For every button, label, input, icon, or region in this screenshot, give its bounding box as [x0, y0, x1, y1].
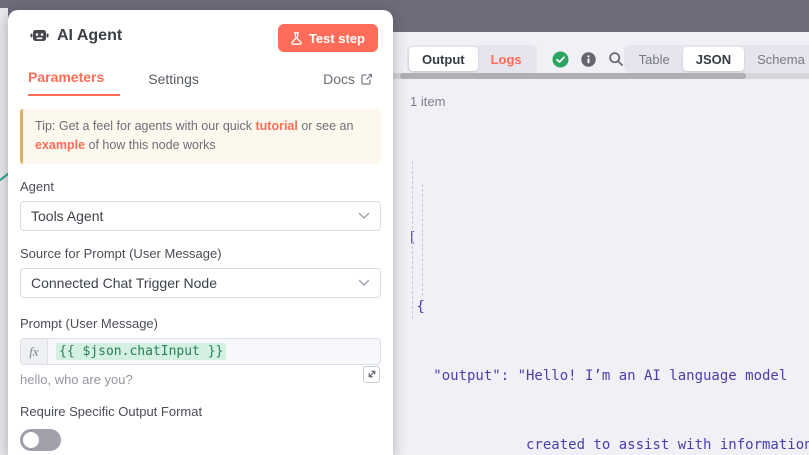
require-output-format-field: Require Specific Output Format — [20, 404, 381, 451]
tab-table[interactable]: Table — [626, 47, 683, 71]
horizontal-scrollbar-track — [393, 73, 809, 79]
agent-label: Agent — [20, 179, 381, 194]
external-link-icon — [361, 73, 373, 85]
tab-parameters[interactable]: Parameters — [28, 69, 120, 96]
chevron-down-icon — [358, 279, 370, 287]
tip-callout: Tip: Get a feel for agents with our quic… — [20, 109, 381, 164]
run-tab-group: Output Logs — [407, 45, 537, 73]
prompt-source-value: Connected Chat Trigger Node — [31, 275, 217, 291]
docs-label: Docs — [323, 71, 355, 87]
prompt-label: Prompt (User Message) — [20, 316, 381, 331]
canvas-edge — [0, 8, 8, 455]
docs-link[interactable]: Docs — [323, 71, 373, 96]
toggle-knob — [23, 432, 39, 448]
robot-icon — [30, 27, 49, 44]
prompt-source-field: Source for Prompt (User Message) Connect… — [20, 246, 381, 298]
tip-text: or see an — [298, 119, 354, 133]
flask-icon — [291, 32, 302, 45]
example-link[interactable]: example — [35, 138, 85, 152]
json-line: { — [408, 296, 809, 319]
chevron-down-icon — [358, 212, 370, 220]
node-title: AI Agent — [57, 27, 122, 45]
test-step-button[interactable]: Test step — [278, 24, 378, 52]
indent-guide — [412, 161, 413, 319]
success-check-icon — [552, 51, 569, 68]
agent-select[interactable]: Tools Agent — [20, 201, 381, 231]
expression-preview: hello, who are you? — [20, 372, 381, 387]
view-tab-group: Table JSON Schema — [624, 45, 809, 73]
expand-expression-button[interactable] — [363, 366, 380, 383]
json-line: created to assist with information, — [408, 434, 809, 455]
json-line: [ — [408, 227, 809, 250]
node-tab-bar: Parameters Settings Docs — [8, 56, 393, 96]
tip-text: of how this node works — [85, 138, 216, 152]
expression-input[interactable]: fx {{ $json.chatInput }} — [20, 338, 381, 365]
expand-icon — [366, 369, 377, 380]
test-step-label: Test step — [309, 31, 365, 46]
output-panel: Output Logs — [393, 32, 809, 455]
horizontal-scrollbar-thumb[interactable] — [400, 73, 746, 79]
tab-output[interactable]: Output — [409, 47, 478, 71]
prompt-source-select[interactable]: Connected Chat Trigger Node — [20, 268, 381, 298]
output-toolbar: Output Logs — [407, 45, 795, 73]
prompt-field: Prompt (User Message) fx {{ $json.chatIn… — [20, 316, 381, 387]
indent-guide — [422, 184, 423, 296]
tutorial-link[interactable]: tutorial — [255, 119, 297, 133]
prompt-source-label: Source for Prompt (User Message) — [20, 246, 381, 261]
search-icon[interactable] — [608, 51, 624, 67]
node-header: AI Agent Test step — [8, 10, 393, 56]
agent-field: Agent Tools Agent — [20, 179, 381, 231]
tab-json[interactable]: JSON — [683, 47, 744, 71]
fx-icon: fx — [21, 339, 48, 364]
tab-schema[interactable]: Schema — [744, 47, 809, 71]
json-viewer: [ { "output": "Hello! I’m an AI language… — [408, 135, 809, 455]
items-count: 1 item — [410, 94, 445, 109]
info-icon — [581, 52, 596, 67]
require-output-format-label: Require Specific Output Format — [20, 404, 381, 419]
require-output-format-toggle[interactable] — [20, 429, 61, 451]
expression-value: {{ $json.chatInput }} — [48, 339, 226, 364]
tab-logs[interactable]: Logs — [478, 47, 535, 71]
agent-select-value: Tools Agent — [31, 208, 103, 224]
tab-settings[interactable]: Settings — [148, 71, 199, 96]
json-line: "output": "Hello! I’m an AI language mod… — [408, 365, 809, 388]
tip-text: Tip: Get a feel for agents with our quic… — [35, 119, 255, 133]
node-settings-panel: AI Agent Test step Parameters Settings D… — [8, 10, 393, 455]
